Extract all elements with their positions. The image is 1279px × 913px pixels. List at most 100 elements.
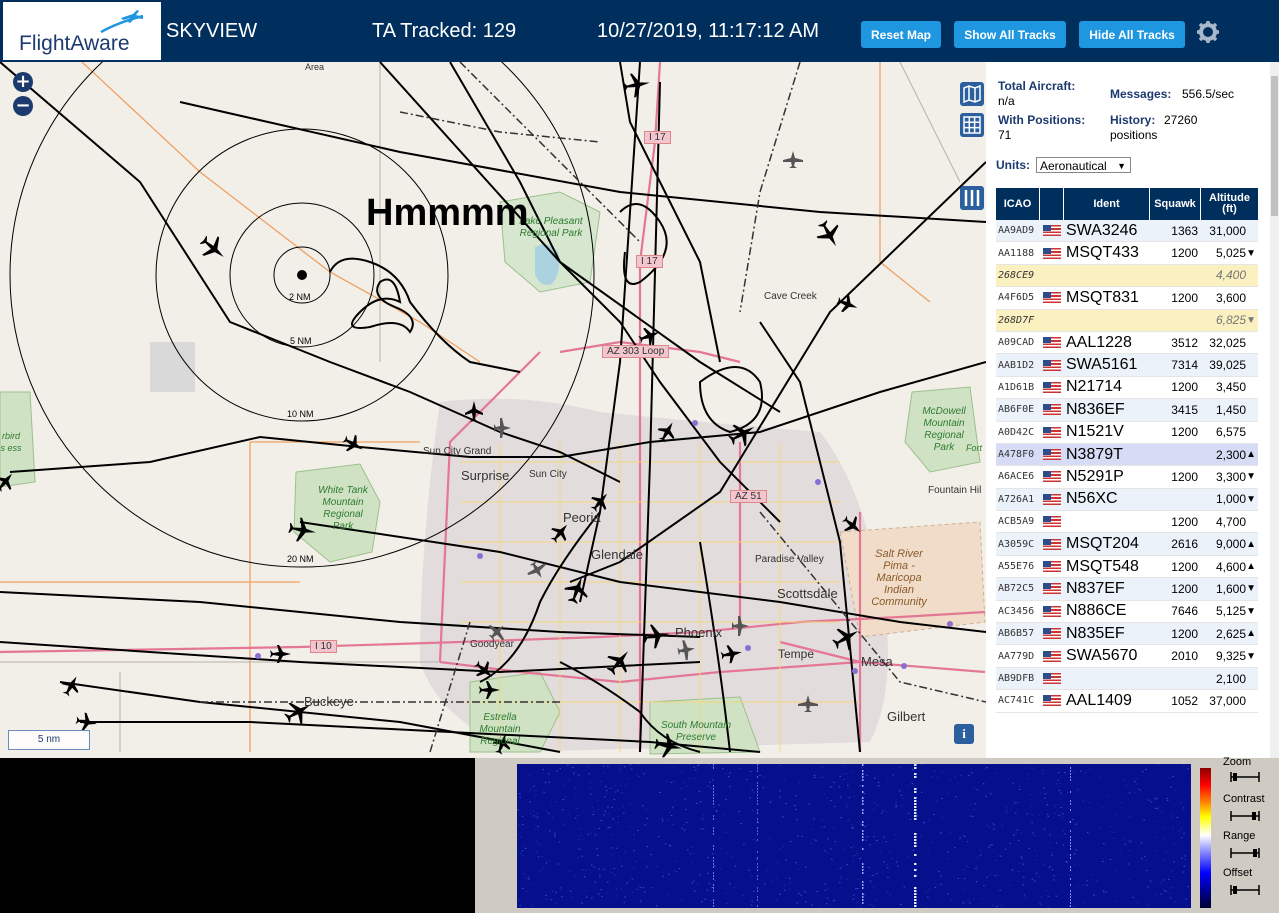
column-header-icao[interactable]: ICAO (996, 188, 1040, 220)
table-row[interactable]: AA779D SWA5670 2010 9,325 ▼ (996, 645, 1258, 668)
table-row[interactable]: AC741C AAL1409 1052 37,000 (996, 690, 1258, 713)
icao-cell: A0D42C (998, 426, 1035, 438)
park-label: Fort (965, 443, 982, 453)
altitude-cell: 39,025 (1201, 354, 1258, 375)
table-row[interactable]: A478F0 N3879T 2,300 ▲ (996, 443, 1258, 467)
park-label: Estrella Mountain Regional (479, 712, 521, 747)
table-row[interactable]: A4F6D5 MSQT831 1200 3,600 (996, 287, 1258, 310)
contrast-control-label: Contrast (1223, 793, 1265, 805)
flag-cell (1040, 354, 1064, 375)
gear-icon[interactable] (1196, 20, 1220, 44)
app-title: SKYVIEW (166, 20, 258, 42)
table-row[interactable]: 268D7F 6,825 ▼ (996, 309, 1258, 332)
column-header-squawk[interactable]: Squawk (1150, 188, 1201, 220)
scrollbar-thumb[interactable] (1271, 76, 1278, 216)
altitude-value: 39,025 (1209, 358, 1246, 373)
column-toggle-button[interactable] (960, 186, 984, 210)
icao-cell: 268D7F (998, 314, 1035, 326)
icao-cell: AC3456 (998, 605, 1035, 617)
altitude-value: 4,400 (1215, 268, 1246, 283)
map-view[interactable]: Area Lake Pleasant Regional Park Cave Cr… (0, 62, 986, 758)
reset-map-button[interactable]: Reset Map (861, 21, 941, 48)
squawk-cell: 1200 (1171, 246, 1198, 261)
icao-cell: AA9AD9 (998, 225, 1035, 237)
squawk-cell: 1363 (1171, 223, 1198, 238)
show-all-tracks-button[interactable]: Show All Tracks (954, 21, 1066, 48)
ident-cell: N835EF (1066, 624, 1125, 642)
range-slider-icon[interactable] (1230, 847, 1260, 859)
us-flag-icon (1043, 426, 1061, 438)
ident-cell: N21714 (1066, 378, 1123, 396)
range-control-label: Range (1223, 830, 1256, 842)
altitude-cell: 6,825 ▼ (1201, 310, 1258, 331)
table-row[interactable]: A55E76 MSQT548 1200 4,600 ▲ (996, 555, 1258, 579)
us-flag-icon (1043, 538, 1061, 550)
offset-slider-icon[interactable] (1230, 884, 1260, 896)
altitude-value: 4,700 (1215, 514, 1246, 529)
table-row[interactable]: AB6B57 N835EF 1200 2,625 ▲ (996, 623, 1258, 646)
icao-cell: A4F6D5 (998, 292, 1035, 304)
flag-cell (1040, 578, 1064, 599)
table-row[interactable]: A726A1 N56XC 1,000 ▼ (996, 488, 1258, 512)
info-button[interactable]: i (954, 724, 974, 744)
flag-cell (1040, 265, 1064, 286)
units-value: Aeronautical (1040, 159, 1107, 173)
column-header-ident[interactable]: Ident (1064, 188, 1150, 220)
altitude-value: 1,000 (1215, 492, 1246, 507)
hide-all-tracks-button[interactable]: Hide All Tracks (1079, 21, 1185, 48)
altitude-cell: 4,600 ▲ (1201, 556, 1258, 577)
altitude-trend-icon: ▲ (1246, 449, 1256, 461)
altitude-trend-icon: ▲ (1246, 561, 1256, 573)
table-row[interactable]: A1D61B N21714 1200 3,450 (996, 376, 1258, 400)
map-layer-button[interactable] (960, 82, 984, 106)
ident-cell (1064, 265, 1150, 286)
us-flag-icon (1043, 628, 1061, 640)
table-row[interactable]: 268CE9 4,400 (996, 264, 1258, 288)
flag-cell (1040, 466, 1064, 487)
table-row[interactable]: AB6F0E N836EF 3415 1,450 (996, 399, 1258, 422)
altitude-cell: 2,625 ▲ (1201, 623, 1258, 644)
contrast-slider-icon[interactable] (1230, 810, 1260, 822)
us-flag-icon (1043, 516, 1061, 528)
icao-cell: A55E76 (998, 561, 1035, 573)
altitude-value: 37,000 (1209, 693, 1246, 708)
altitude-cell: 6,575 (1201, 422, 1258, 443)
altitude-cell: 2,300 ▲ (1201, 444, 1258, 465)
table-row[interactable]: ACB5A9 1200 4,700 (996, 511, 1258, 534)
table-row[interactable]: A0D42C N1521V 1200 6,575 (996, 421, 1258, 444)
total-aircraft-value: n/a (998, 94, 1015, 108)
altitude-cell: 1,600 ▼ (1201, 578, 1258, 599)
altitude-value: 2,100 (1215, 671, 1246, 686)
table-row[interactable]: A09CAD AAL1228 3512 32,025 (996, 331, 1258, 355)
ring-label: 20 NM (287, 554, 314, 564)
zoom-in-button[interactable]: + (13, 72, 33, 92)
altitude-trend-icon: ▲ (1246, 538, 1256, 550)
column-header-altitude[interactable]: Altitude (ft) (1201, 188, 1258, 220)
place-label: Paradise Valley (755, 554, 824, 565)
table-row[interactable]: AA1188 MSQT433 1200 5,025 ▼ (996, 242, 1258, 265)
zoom-slider-icon[interactable] (1230, 771, 1260, 783)
units-select[interactable]: Aeronautical ▼ (1036, 157, 1131, 173)
us-flag-icon (1043, 471, 1061, 483)
table-row[interactable]: A3059C MSQT204 2616 9,000 ▲ (996, 533, 1258, 556)
table-body: AA9AD9 SWA3246 1363 31,000 AA1188 MSQT433 1200… (996, 220, 1258, 713)
table-row[interactable]: AB72C5 N837EF 1200 1,600 ▼ (996, 578, 1258, 601)
table-row[interactable]: A6ACE6 N5291P 1200 3,300 ▼ (996, 466, 1258, 489)
altitude-cell: 3,300 ▼ (1201, 466, 1258, 487)
icao-cell: A478F0 (998, 449, 1035, 461)
table-row[interactable]: AC3456 N886CE 7646 5,125 ▼ (996, 600, 1258, 624)
squawk-cell (1150, 444, 1201, 465)
road-shield: I 10 (310, 640, 337, 653)
place-label: Goodyear (470, 639, 514, 650)
grid-toggle-button[interactable] (960, 113, 984, 137)
table-row[interactable]: AA9AD9 SWA3246 1363 31,000 (996, 220, 1258, 243)
flightaware-logo[interactable]: FlightAware (3, 2, 161, 60)
spectrum-waterfall[interactable] (517, 764, 1191, 908)
flag-cell (1040, 489, 1064, 510)
table-row[interactable]: AAB1D2 SWA5161 7314 39,025 (996, 354, 1258, 377)
column-header-flag[interactable] (1040, 188, 1064, 220)
zoom-out-button[interactable]: − (13, 96, 33, 116)
icao-cell: AB72C5 (998, 583, 1035, 595)
flag-cell (1040, 444, 1064, 465)
table-row[interactable]: AB9DFB 2,100 (996, 667, 1258, 691)
